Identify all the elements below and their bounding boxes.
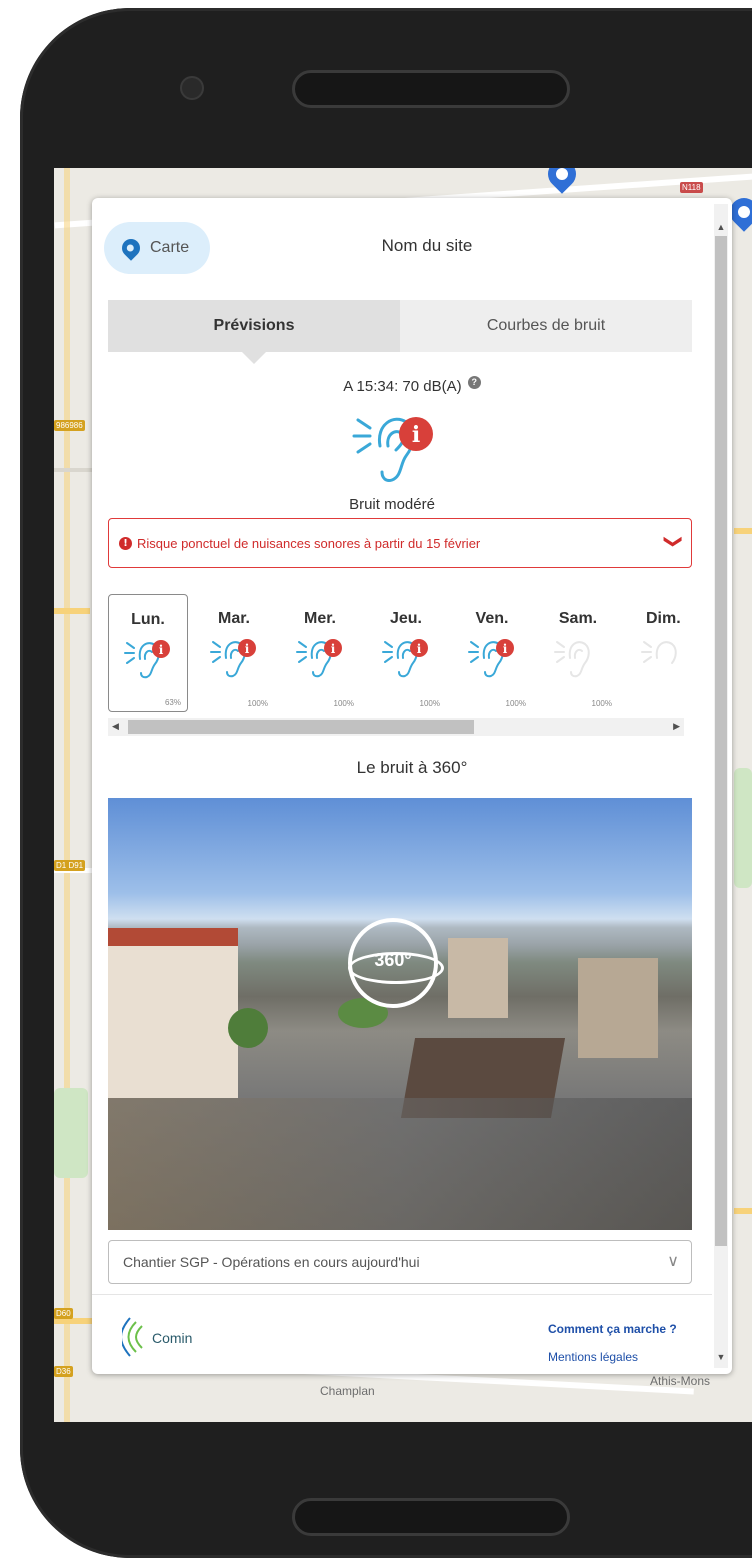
legal-mentions-link[interactable]: Mentions légales xyxy=(548,1350,638,1364)
day-percentage: 100% xyxy=(333,699,354,708)
ear-icon: i xyxy=(382,639,428,678)
day-percentage: 100% xyxy=(591,699,612,708)
scroll-up-arrow-icon[interactable]: ▲ xyxy=(716,222,726,232)
ear-icon: i xyxy=(352,417,433,482)
current-reading-text: A 15:34: 70 dB(A) xyxy=(343,378,462,395)
day-tuesday[interactable]: Mar. i 100% xyxy=(194,594,274,712)
ear-icon: i xyxy=(296,639,342,678)
day-thursday[interactable]: Jeu. i 100% xyxy=(366,594,446,712)
logo-text: Comin xyxy=(152,1330,193,1346)
360-view-icon[interactable]: 360° xyxy=(348,918,444,1008)
vertical-scrollbar-thumb[interactable] xyxy=(715,236,727,1246)
day-sunday[interactable]: Dim. xyxy=(624,594,692,712)
ear-icon xyxy=(554,641,590,678)
day-name: Mer. xyxy=(303,610,336,627)
scroll-right-arrow-icon[interactable]: ▶ xyxy=(673,721,680,732)
day-wednesday[interactable]: Mer. i 100% xyxy=(280,594,360,712)
site-panel: ▲ ▼ Carte Nom du site Prévisions Courbes… xyxy=(92,198,732,1374)
ear-icon: i xyxy=(468,639,514,678)
tab-previsions[interactable]: Prévisions xyxy=(108,300,400,364)
ear-icon xyxy=(641,641,677,664)
warning-icon: ! xyxy=(119,536,132,550)
svg-text:i: i xyxy=(503,642,508,656)
svg-text:i: i xyxy=(245,642,250,656)
svg-text:i: i xyxy=(412,422,420,448)
day-name: Mar. xyxy=(217,610,250,627)
site-name-title: Nom du site xyxy=(381,236,473,255)
day-name: Ven. xyxy=(475,610,509,627)
scroll-left-arrow-icon[interactable]: ◀ xyxy=(112,721,119,732)
panorama-title: Le bruit à 360° xyxy=(356,758,468,777)
map-pin-icon xyxy=(118,235,144,261)
phone-home-bar xyxy=(292,1498,570,1536)
help-icon[interactable]: ? xyxy=(467,376,481,389)
current-reading: A 15:34: 70 dB(A) ? xyxy=(292,376,532,395)
scroll-down-arrow-icon[interactable]: ▼ xyxy=(716,1352,726,1362)
operations-select[interactable]: Chantier SGP - Opérations en cours aujou… xyxy=(108,1240,692,1284)
chevron-down-icon[interactable]: ❯ xyxy=(663,534,684,549)
day-percentage: 100% xyxy=(247,699,268,708)
day-monday[interactable]: Lun. i 63% xyxy=(108,594,188,712)
panorama-360-view[interactable]: 360° xyxy=(108,798,692,1230)
horizontal-scrollbar-thumb[interactable] xyxy=(128,720,474,734)
footer-divider xyxy=(92,1294,712,1295)
carte-button[interactable]: Carte xyxy=(104,222,210,274)
phone-speaker xyxy=(292,70,570,108)
carte-button-label: Carte xyxy=(150,239,190,256)
svg-text:i: i xyxy=(417,642,422,656)
day-saturday[interactable]: Sam. 100% xyxy=(538,594,618,712)
tab-courbes-de-bruit[interactable]: Courbes de bruit xyxy=(400,300,692,352)
panorama-badge: 360° xyxy=(374,950,412,970)
horizontal-scrollbar[interactable]: ◀ ▶ xyxy=(108,718,684,736)
day-percentage: 100% xyxy=(505,699,526,708)
svg-text:i: i xyxy=(331,642,336,656)
operations-selected-value: Chantier SGP - Opérations en cours aujou… xyxy=(123,1254,420,1270)
day-name: Lun. xyxy=(131,611,165,628)
ear-icon: i xyxy=(210,639,256,678)
day-percentage: 63% xyxy=(164,698,181,707)
chevron-down-icon: ∨ xyxy=(667,1251,679,1270)
alert-text: Risque ponctuel de nuisances sonores à p… xyxy=(137,535,481,551)
day-name: Jeu. xyxy=(389,610,422,627)
how-it-works-link[interactable]: Comment ça marche ? xyxy=(548,1322,677,1336)
day-friday[interactable]: Ven. i 100% xyxy=(452,594,532,712)
map-label-athis-mons: Athis-Mons xyxy=(650,1374,711,1388)
ear-icon: i xyxy=(124,640,170,679)
day-forecast-strip: Lun. i 63% Mar. i 100% Mer. i 100% Jeu. xyxy=(108,592,692,716)
day-name: Dim. xyxy=(646,610,681,627)
tabs: Prévisions Courbes de bruit xyxy=(108,300,692,364)
noise-level-label: Bruit modéré xyxy=(349,496,435,513)
day-name: Sam. xyxy=(558,610,598,627)
map-label-champlan: Champlan xyxy=(320,1384,375,1398)
camera-icon xyxy=(180,76,204,100)
noise-alert[interactable]: ! Risque ponctuel de nuisances sonores à… xyxy=(108,518,692,568)
day-percentage: 100% xyxy=(419,699,440,708)
svg-text:i: i xyxy=(159,643,164,657)
